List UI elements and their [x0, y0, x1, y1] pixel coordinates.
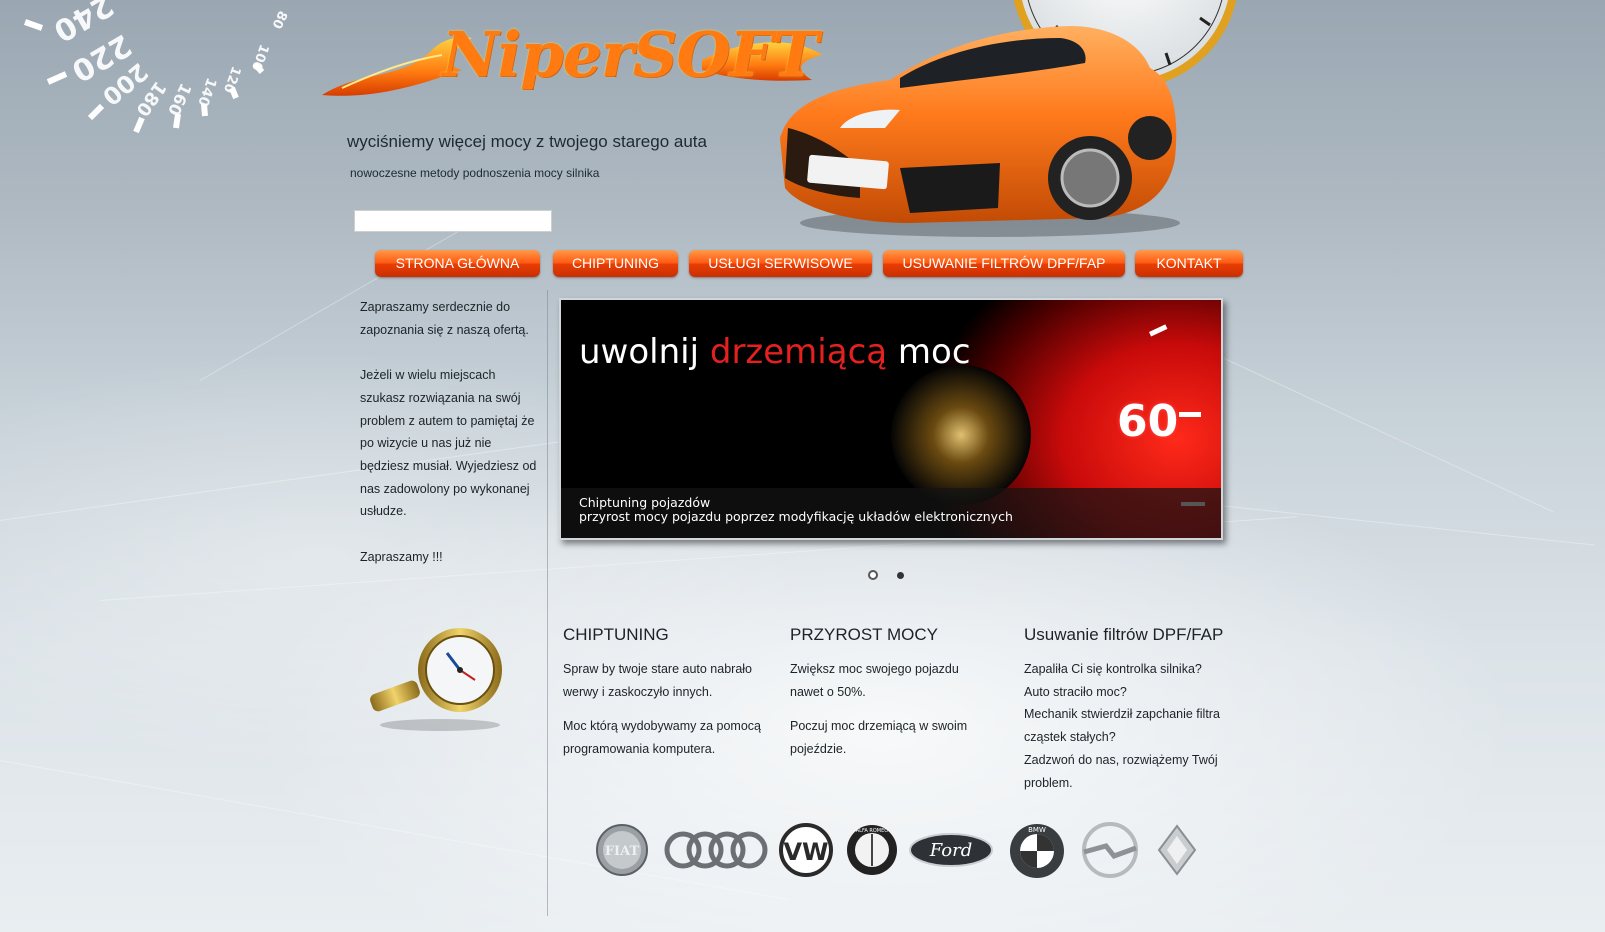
logo-text: NiperSOFT — [442, 18, 819, 91]
feature-dpf-removal: Usuwanie filtrów DPF/FAP Zapaliła Ci się… — [1024, 624, 1239, 794]
column-divider — [547, 290, 548, 916]
feature-text: Auto straciło moc? — [1024, 684, 1127, 699]
opel-logo — [1082, 822, 1138, 878]
site-logo[interactable]: NiperSOFT — [322, 10, 832, 110]
nav-home[interactable]: STRONA GŁÓWNA — [375, 250, 540, 277]
fiat-logo-text: FIAT — [605, 844, 640, 859]
slide-heading: uwolnij drzemiącą moc — [579, 332, 971, 372]
site-tagline: wyciśniemy więcej mocy z twojego starego… — [347, 132, 707, 151]
slide-gauge-number: 60 — [1117, 396, 1179, 447]
intro-paragraph: Zapraszamy serdecznie do zapoznania się … — [360, 300, 529, 337]
nav-services[interactable]: USŁUGI SERWISOWE — [689, 250, 872, 277]
renault-logo — [1157, 824, 1197, 876]
nav-dpf-removal[interactable]: USUWANIE FILTRÓW DPF/FAP — [883, 250, 1125, 277]
feature-text: Moc którą wydobywamy za pomocą programow… — [563, 719, 761, 757]
slide-heading-highlight: drzemiącą — [709, 332, 888, 372]
feature-title: PRZYROST MOCY — [790, 625, 938, 644]
site-subtagline: nowoczesne metody podnoszenia mocy silni… — [350, 166, 600, 180]
slide-heading-part: moc — [887, 332, 971, 372]
slide-caption-title: Chiptuning pojazdów — [579, 495, 711, 510]
slider-dot[interactable] — [897, 572, 904, 579]
feature-text: Zwiększ moc swojego pojazdu nawet o 50%. — [790, 662, 959, 699]
feature-text: Mechanik stwierdził zapchanie filtra czą… — [1024, 707, 1220, 745]
brand-logos: FIAT VW ALFA ROMEO Ford BMW — [595, 822, 1215, 882]
pressure-gauge-image — [365, 625, 515, 735]
feature-text: Zapaliła Ci się kontrolka silnika? — [1024, 662, 1202, 676]
feature-text: Zadzwoń do nas, rozwiążemy Twój problem. — [1024, 752, 1218, 790]
audi-logo — [664, 831, 768, 869]
feature-power-gain: PRZYROST MOCY Zwiększ moc swojego pojazd… — [790, 624, 990, 773]
fiat-logo: FIAT — [596, 824, 648, 876]
feature-title: CHIPTUNING — [563, 625, 669, 644]
feature-text: Poczuj moc drzemiącą w swoim pojeździe. — [790, 719, 968, 757]
volkswagen-logo: VW — [779, 823, 833, 877]
ford-logo-text: Ford — [929, 840, 972, 861]
slide-caption: Chiptuning pojazdów przyrost mocy pojazd… — [561, 488, 1221, 538]
intro-paragraph: Zapraszamy !!! — [360, 549, 443, 564]
car-image — [770, 18, 1200, 238]
alfa-romeo-logo-text: ALFA ROMEO — [856, 828, 889, 834]
nav-contact[interactable]: KONTAKT — [1135, 250, 1243, 277]
search-input[interactable] — [354, 210, 552, 232]
nav-chiptuning[interactable]: CHIPTUNING — [553, 250, 678, 277]
speedometer-graphic: 240 220 200 180 160 140 120 100 80 — [0, 0, 310, 150]
slider-dot-active[interactable] — [868, 570, 878, 580]
bmw-logo-text: BMW — [1028, 826, 1046, 834]
intro-paragraph: Jeżeli w wielu miejscach szukasz rozwiąz… — [360, 368, 537, 519]
feature-chiptuning: CHIPTUNING Spraw by twoje stare auto nab… — [563, 624, 768, 773]
bmw-logo: BMW — [1010, 824, 1064, 878]
hero-slider[interactable]: uwolnij drzemiącą moc 60 Chiptuning poja… — [559, 298, 1223, 540]
alfa-romeo-logo: ALFA ROMEO — [847, 825, 897, 875]
feature-text: Spraw by twoje stare auto nabrało werwy … — [563, 662, 752, 699]
ford-logo: Ford — [909, 833, 993, 867]
slide-heading-part: uwolnij — [579, 332, 710, 372]
slide-caption-text: przyrost mocy pojazdu poprzez modyfikacj… — [579, 509, 1013, 524]
feature-title: Usuwanie filtrów DPF/FAP — [1024, 625, 1224, 644]
volkswagen-logo-text: VW — [783, 838, 828, 866]
intro-text: Zapraszamy serdecznie do zapoznania się … — [360, 296, 540, 591]
